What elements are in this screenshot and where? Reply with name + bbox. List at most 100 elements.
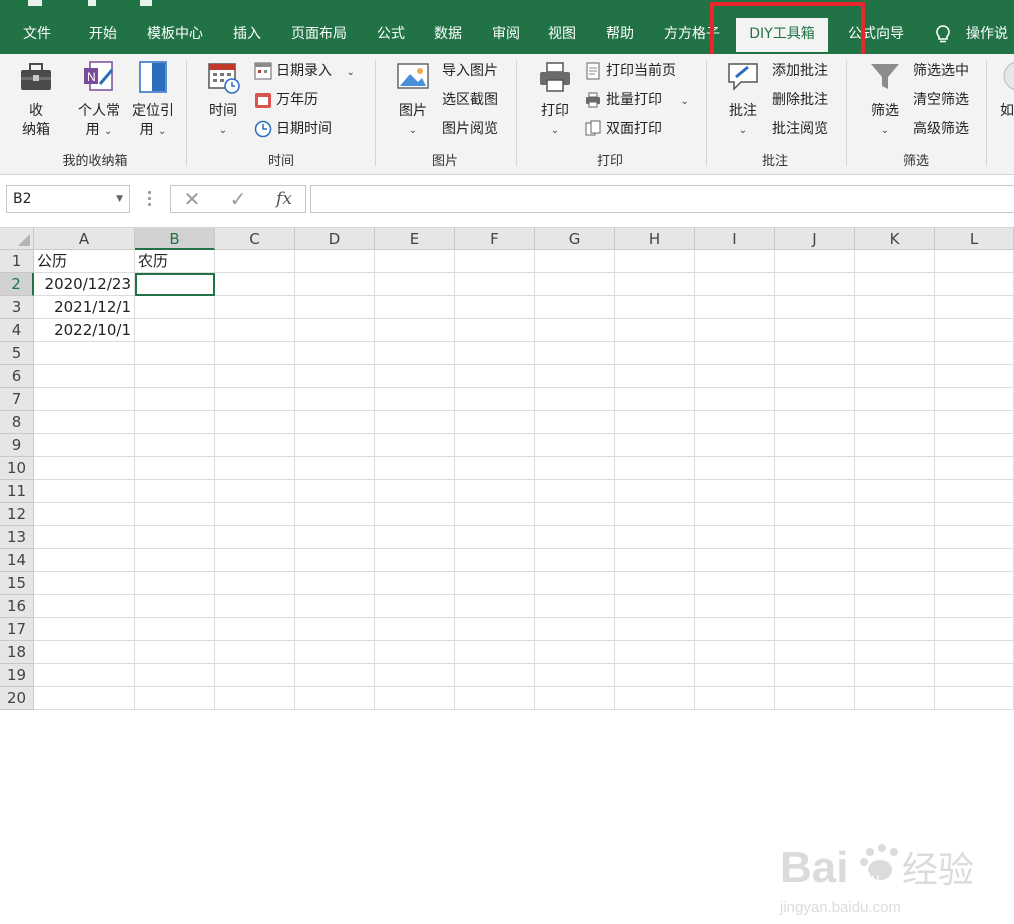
row-header-20[interactable]: 20 bbox=[0, 687, 34, 710]
grid-cell[interactable] bbox=[855, 572, 935, 595]
grid-cell[interactable] bbox=[775, 526, 855, 549]
column-header-f[interactable]: F bbox=[455, 228, 535, 250]
grid-cell[interactable] bbox=[215, 549, 295, 572]
grid-cell[interactable] bbox=[775, 365, 855, 388]
grid-cell[interactable] bbox=[935, 342, 1014, 365]
grid-cell[interactable] bbox=[295, 273, 375, 296]
grid-cell[interactable] bbox=[615, 319, 695, 342]
drag-handle-icon[interactable] bbox=[148, 191, 151, 209]
grid-cell[interactable] bbox=[935, 618, 1014, 641]
tab-home[interactable]: 开始 bbox=[76, 18, 130, 52]
grid-cell[interactable] bbox=[535, 365, 615, 388]
grid-cell[interactable] bbox=[455, 572, 535, 595]
grid-cell[interactable] bbox=[935, 319, 1014, 342]
tab-fangfang-gezi[interactable]: 方方格子 bbox=[652, 18, 732, 52]
grid-cell[interactable] bbox=[455, 503, 535, 526]
grid-cell[interactable] bbox=[855, 641, 935, 664]
grid-cell[interactable] bbox=[615, 480, 695, 503]
grid-cell[interactable] bbox=[215, 641, 295, 664]
grid-cell[interactable] bbox=[535, 411, 615, 434]
grid-cell[interactable] bbox=[135, 503, 215, 526]
tab-insert[interactable]: 插入 bbox=[222, 18, 272, 52]
grid-cell[interactable] bbox=[34, 388, 135, 411]
print-button[interactable]: 打印 ⌄ bbox=[530, 60, 580, 140]
save-icon[interactable] bbox=[28, 0, 42, 6]
column-header-c[interactable]: C bbox=[215, 228, 295, 250]
grid-cell[interactable] bbox=[215, 595, 295, 618]
grid-cell[interactable] bbox=[695, 411, 775, 434]
grid-cell[interactable] bbox=[615, 273, 695, 296]
row-header-4[interactable]: 4 bbox=[0, 319, 34, 342]
grid-cell[interactable] bbox=[34, 411, 135, 434]
grid-cell[interactable] bbox=[295, 250, 375, 273]
grid-cell[interactable] bbox=[695, 342, 775, 365]
grid-cell[interactable] bbox=[135, 457, 215, 480]
grid-cell[interactable] bbox=[775, 411, 855, 434]
grid-cell[interactable] bbox=[375, 434, 455, 457]
cell-a4[interactable]: 2022/10/1 bbox=[34, 319, 135, 342]
grid-cell[interactable] bbox=[215, 365, 295, 388]
grid-cell[interactable] bbox=[695, 388, 775, 411]
grid-cell[interactable] bbox=[375, 457, 455, 480]
grid-cell[interactable] bbox=[455, 526, 535, 549]
grid-cell[interactable] bbox=[775, 595, 855, 618]
grid-cell[interactable] bbox=[615, 411, 695, 434]
grid-cell[interactable] bbox=[34, 457, 135, 480]
grid-cell[interactable] bbox=[535, 342, 615, 365]
grid-cell[interactable] bbox=[135, 687, 215, 710]
grid-cell[interactable] bbox=[935, 664, 1014, 687]
grid-cell[interactable] bbox=[695, 319, 775, 342]
grid-cell[interactable] bbox=[455, 457, 535, 480]
formula-input[interactable] bbox=[310, 185, 1014, 213]
row-header-19[interactable]: 19 bbox=[0, 664, 34, 687]
grid-cell[interactable] bbox=[135, 572, 215, 595]
grid-cell[interactable] bbox=[695, 434, 775, 457]
grid-cell[interactable] bbox=[295, 641, 375, 664]
grid-cell[interactable] bbox=[855, 687, 935, 710]
grid-cell[interactable] bbox=[34, 365, 135, 388]
grid-cell[interactable] bbox=[615, 388, 695, 411]
grid-cell[interactable] bbox=[295, 549, 375, 572]
column-header-i[interactable]: I bbox=[695, 228, 775, 250]
tab-file[interactable]: 文件 bbox=[12, 18, 62, 52]
grid-cell[interactable] bbox=[775, 457, 855, 480]
grid-cell[interactable] bbox=[615, 595, 695, 618]
grid-cell[interactable] bbox=[615, 434, 695, 457]
grid-cell[interactable] bbox=[935, 457, 1014, 480]
grid-cell[interactable] bbox=[775, 480, 855, 503]
grid-cell[interactable] bbox=[535, 480, 615, 503]
grid-cell[interactable] bbox=[855, 595, 935, 618]
grid-cell[interactable] bbox=[375, 250, 455, 273]
grid-cell[interactable] bbox=[455, 595, 535, 618]
grid-cell[interactable] bbox=[775, 296, 855, 319]
cancel-icon[interactable]: ✕ bbox=[177, 187, 207, 211]
print-current-page-button[interactable]: 打印当前页 bbox=[584, 60, 676, 82]
grid-cell[interactable] bbox=[375, 411, 455, 434]
grid-cell[interactable] bbox=[375, 595, 455, 618]
grid-cell[interactable] bbox=[215, 411, 295, 434]
cell-b1[interactable]: 农历 bbox=[135, 250, 215, 273]
duplex-print-button[interactable]: 双面打印 bbox=[584, 118, 662, 140]
grid-cell[interactable] bbox=[375, 526, 455, 549]
grid-cell[interactable] bbox=[295, 503, 375, 526]
grid-cell[interactable] bbox=[455, 549, 535, 572]
grid-cell[interactable] bbox=[855, 618, 935, 641]
tab-formulas[interactable]: 公式 bbox=[366, 18, 416, 52]
row-header-7[interactable]: 7 bbox=[0, 388, 34, 411]
grid-cell[interactable] bbox=[535, 664, 615, 687]
grid-cell[interactable] bbox=[535, 572, 615, 595]
grid-cell[interactable] bbox=[135, 319, 215, 342]
grid-cell[interactable] bbox=[855, 411, 935, 434]
tab-view[interactable]: 视图 bbox=[536, 18, 588, 52]
grid-cell[interactable] bbox=[855, 480, 935, 503]
grid-cell[interactable] bbox=[455, 250, 535, 273]
date-entry-button[interactable]: 日期录入 ⌄ bbox=[254, 60, 355, 82]
grid-cell[interactable] bbox=[215, 296, 295, 319]
grid-cell[interactable] bbox=[855, 342, 935, 365]
grid-cell[interactable] bbox=[215, 664, 295, 687]
perpetual-calendar-button[interactable]: 万年历 bbox=[254, 89, 318, 111]
grid-cell[interactable] bbox=[375, 273, 455, 296]
grid-cell[interactable] bbox=[935, 480, 1014, 503]
grid-cell[interactable] bbox=[295, 434, 375, 457]
grid-cell[interactable] bbox=[855, 664, 935, 687]
